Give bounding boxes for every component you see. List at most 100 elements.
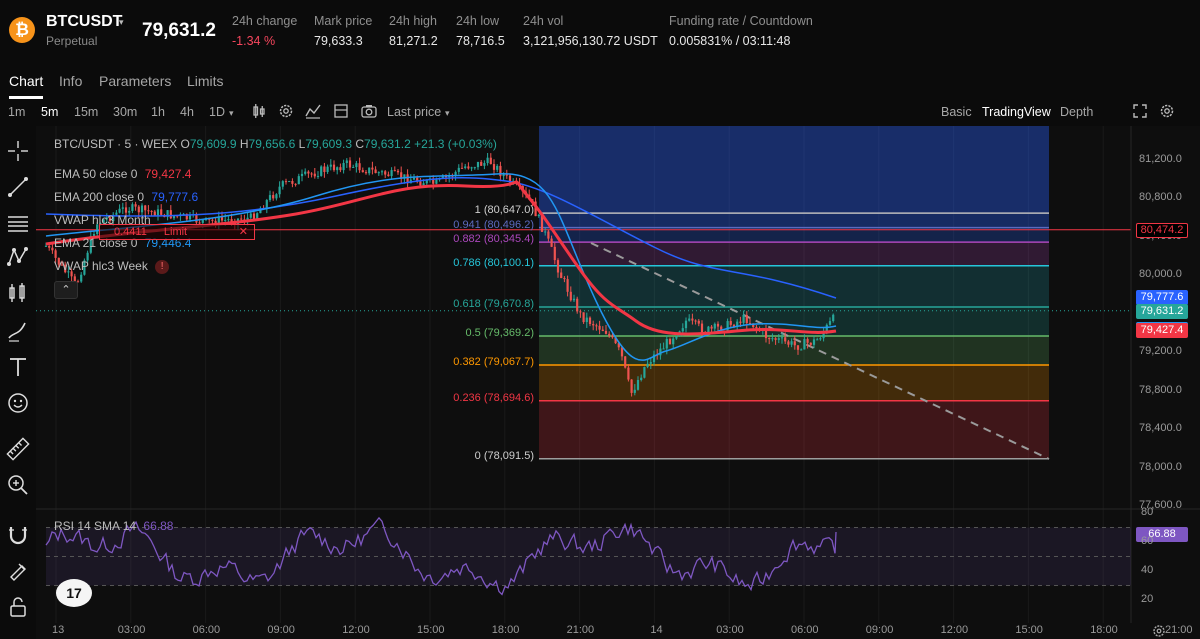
tab-parameters[interactable]: Parameters	[99, 73, 171, 89]
fib-level-label: 0.5 (79,369.2)	[465, 326, 535, 339]
interval-30m[interactable]: 30m	[113, 105, 137, 119]
chart-settings-icon[interactable]	[1158, 102, 1176, 120]
interval-4h[interactable]: 4h	[180, 105, 194, 119]
warning-icon[interactable]: !	[155, 259, 170, 274]
candle-type-icon[interactable]	[250, 102, 268, 120]
fullscreen-icon[interactable]	[1131, 102, 1149, 120]
stat-mark-price: Mark price 79,633.3	[314, 14, 373, 48]
candle-body	[336, 167, 339, 171]
candle-body	[774, 338, 777, 340]
interval-5m[interactable]: 5m	[41, 105, 58, 119]
candle-body	[582, 312, 585, 323]
candle-body	[160, 209, 163, 215]
candle-body	[547, 231, 550, 239]
candle-body	[268, 195, 272, 201]
limit-order-label[interactable]: 0.4411 Limit ✕	[99, 224, 255, 240]
candle-body	[387, 174, 390, 177]
emoji-icon[interactable]	[5, 390, 31, 416]
fib-level-label: 0 (78,091.5)	[474, 449, 534, 462]
candle-body	[598, 325, 601, 330]
indicator-ema200[interactable]: EMA 200 close 0 79,777.6	[54, 190, 198, 204]
candle-body	[592, 324, 595, 326]
tab-chart[interactable]: Chart	[9, 73, 43, 89]
fib-level-label: 0.236 (78,694.6)	[453, 391, 534, 404]
zoom-in-icon[interactable]	[5, 472, 31, 498]
candle-body	[537, 214, 540, 217]
view-tradingview[interactable]: TradingView	[982, 105, 1051, 119]
crosshair-icon[interactable]	[5, 138, 31, 164]
indicator-ema50[interactable]: EMA 50 close 0 79,427.4	[54, 167, 191, 181]
text-tool-icon[interactable]	[5, 354, 31, 380]
chart-canvas[interactable]	[36, 126, 1200, 639]
candle-body	[579, 311, 582, 313]
fib-retracement-icon[interactable]	[5, 210, 31, 236]
chart-options-gear-icon[interactable]	[1152, 624, 1166, 638]
interval-1m[interactable]: 1m	[8, 105, 25, 119]
price-chart[interactable]: BTC/USDT · 5 · WEEX O79,609.9 H79,656.6 …	[36, 126, 1200, 639]
candle-body	[150, 210, 153, 212]
interval-1h[interactable]: 1h	[151, 105, 165, 119]
last-price: 79,631.2	[142, 20, 216, 41]
templates-icon[interactable]	[332, 102, 350, 120]
tab-info[interactable]: Info	[59, 73, 82, 89]
candle-body	[211, 219, 214, 221]
candle-body	[790, 341, 793, 345]
trend-line-icon[interactable]	[5, 174, 31, 200]
candle-body	[240, 218, 243, 220]
magnet-icon[interactable]	[5, 522, 31, 548]
settings-gear-icon[interactable]	[277, 102, 295, 120]
collapse-legend-button[interactable]: ⌃	[54, 281, 78, 299]
candle-body	[288, 181, 291, 183]
lock-icon[interactable]	[5, 594, 31, 620]
chevron-down-icon[interactable]: ▾	[119, 17, 124, 28]
interval-15m[interactable]: 15m	[74, 105, 98, 119]
price-tag: 79,631.2	[1136, 303, 1188, 319]
rsi-legend[interactable]: RSI 14 SMA 14 66.88	[54, 519, 173, 533]
view-basic[interactable]: Basic	[941, 105, 972, 119]
fib-zone	[539, 213, 1049, 228]
candle-body	[630, 379, 633, 393]
brush-icon[interactable]	[5, 318, 31, 344]
candle-body	[476, 161, 480, 168]
price-axis-label: 78,400.0	[1139, 422, 1182, 435]
candle-body	[304, 171, 307, 174]
candle-body	[784, 337, 787, 342]
symbol-selector[interactable]: BTCUSDT	[46, 13, 122, 31]
candle-body	[121, 207, 124, 209]
candle-body	[806, 339, 809, 343]
time-axis-label: 03:00	[117, 624, 146, 636]
candle-body	[755, 327, 758, 329]
candle-body	[390, 170, 393, 177]
interval-dropdown-icon[interactable]: ▾	[229, 108, 234, 119]
limit-order-type: Limit	[163, 226, 188, 238]
candle-body	[688, 318, 691, 321]
candle-body	[140, 205, 144, 213]
pattern-tool-icon[interactable]	[5, 244, 31, 270]
candle-body	[249, 213, 252, 218]
indicators-icon[interactable]	[304, 102, 322, 120]
lock-drawings-icon[interactable]	[5, 558, 31, 584]
price-source-selector[interactable]: Last price	[387, 105, 441, 119]
chevron-down-icon[interactable]: ▾	[445, 108, 450, 119]
stat-24h-low: 24h low 78,716.5	[456, 14, 505, 48]
price-axis-label: 78,800.0	[1139, 383, 1182, 396]
candle-body	[169, 210, 172, 219]
candle-body	[803, 339, 806, 350]
view-depth[interactable]: Depth	[1060, 105, 1093, 119]
candle-body	[492, 164, 496, 170]
indicator-vwap-week[interactable]: VWAP hlc3 Week !	[54, 259, 170, 274]
time-axis-label: 03:00	[716, 624, 744, 636]
prediction-tool-icon[interactable]	[5, 280, 31, 306]
interval-1d[interactable]: 1D	[209, 105, 225, 119]
candle-body	[572, 298, 576, 301]
candle-body	[457, 167, 460, 172]
candle-body	[713, 323, 716, 329]
candle-body	[195, 214, 198, 223]
candle-body	[566, 279, 569, 292]
ruler-icon[interactable]	[5, 436, 31, 462]
tab-limits[interactable]: Limits	[187, 73, 224, 89]
close-icon[interactable]: ✕	[239, 225, 248, 239]
candle-body	[560, 272, 563, 279]
screenshot-camera-icon[interactable]	[360, 102, 378, 120]
tradingview-logo-icon[interactable]: 17	[56, 579, 92, 607]
